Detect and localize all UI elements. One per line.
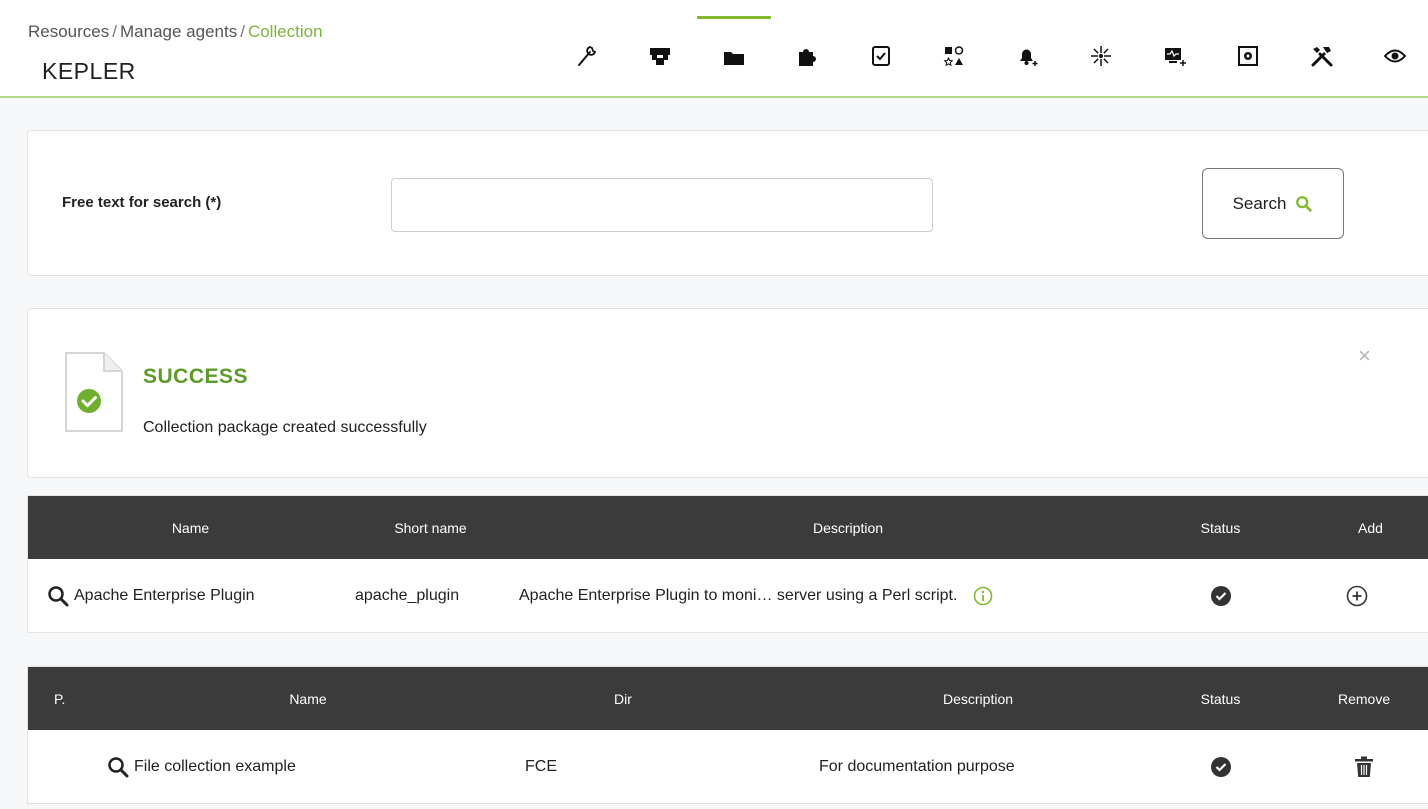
header-description: Description [942,690,1014,707]
wrench-icon [577,46,596,66]
header-status: Status [1200,519,1241,536]
collection-remove-button[interactable] [1354,730,1374,803]
folder-icon [723,51,744,65]
tab-snowflake[interactable] [1065,16,1139,96]
breadcrumb-resources[interactable]: Resources [28,22,109,41]
tab-settings-box[interactable] [1212,16,1286,96]
breadcrumb-manage-agents[interactable]: Manage agents [120,22,237,41]
header-p: P. [54,690,66,707]
magnifier-icon [108,756,129,777]
trash-icon [1355,756,1373,777]
search-button-label: Search [1232,193,1287,213]
collection-dir: FCE [525,757,557,775]
search-input[interactable] [391,178,933,232]
message-text: Collection package created successfully [143,419,427,436]
plugin-name: Apache Enterprise Plugin [74,586,255,604]
close-icon[interactable]: × [1358,343,1371,369]
header-description: Description [812,519,884,536]
tab-monitor[interactable] [1138,16,1212,96]
tab-checklist[interactable] [844,16,918,96]
plugin-short-name: apache_plugin [355,586,460,604]
header-name: Name [171,519,210,536]
agent-tabs [550,16,1428,96]
tab-network[interactable] [624,16,698,96]
tab-alerts[interactable] [991,16,1065,96]
table-header: Name Short name Description Status Add [28,496,1428,559]
collection-name: File collection example [134,757,296,775]
plugin-status [1210,559,1232,632]
gear-box-icon [1238,46,1259,66]
puzzle-icon [799,49,817,66]
header-add: Add [1358,519,1383,536]
plugin-name-cell[interactable]: Apache Enterprise Plugin [46,559,255,632]
tab-tools[interactable] [1285,16,1359,96]
breadcrumb-separator: / [112,22,117,41]
collection-description: For documentation purpose [819,757,1015,775]
bell-add-icon [1019,49,1038,66]
table-header: P. Name Dir Description Status Remove [28,667,1428,730]
search-panel: Free text for search (*) Search [27,130,1428,276]
check-circle-icon [1211,756,1231,777]
breadcrumb-separator: / [240,22,245,41]
search-icon [1296,195,1313,212]
eye-icon [1383,49,1407,63]
shapes-icon [943,46,964,67]
tools-icon [1311,47,1333,67]
page-title: KEPLER [42,58,136,84]
plus-circle-icon [1346,585,1368,606]
header-name: Name [289,690,327,707]
network-icon [650,48,671,65]
header-dir: Dir [614,690,632,707]
snowflake-icon [1091,46,1112,66]
breadcrumb: Resources / Manage agents / Collection [28,22,323,42]
header-remove: Remove [1338,690,1391,707]
header-status: Status [1200,690,1241,707]
tab-wrench[interactable] [550,16,624,96]
success-document-icon [65,352,123,432]
check-circle-icon [1211,585,1231,606]
search-label: Free text for search (*) [62,194,222,211]
tab-plugins[interactable] [771,16,845,96]
page-header: Resources / Manage agents / Collection KEPLE… [0,0,1428,98]
header-short-name: Short name [394,519,467,536]
tab-collection[interactable] [697,16,771,96]
success-message: SUCCESS Collection package created succe… [27,308,1428,478]
message-title: SUCCESS [143,365,249,388]
plugins-table: Name Short name Description Status Add A… [27,495,1428,633]
plugin-description: Apache Enterprise Plugin to moni… server… [519,586,958,604]
monitor-add-icon [1164,48,1186,66]
plugin-description-cell: Apache Enterprise Plugin to moni… server… [519,559,993,632]
info-icon[interactable] [973,586,993,606]
collection-name-cell[interactable]: File collection example [106,730,296,803]
breadcrumb-collection: Collection [247,22,323,41]
search-button[interactable]: Search [1202,168,1344,239]
tab-view[interactable] [1359,16,1428,96]
table-row: Apache Enterprise Plugin apache_plugin A… [28,559,1428,632]
plugin-add-button[interactable] [1346,559,1368,632]
collections-table: P. Name Dir Description Status Remove Fi… [27,666,1428,804]
checklist-icon [871,46,890,66]
collection-status [1210,730,1232,803]
table-row: File collection example FCE For document… [28,730,1428,803]
tab-shapes[interactable] [918,16,992,96]
magnifier-icon [48,585,69,606]
